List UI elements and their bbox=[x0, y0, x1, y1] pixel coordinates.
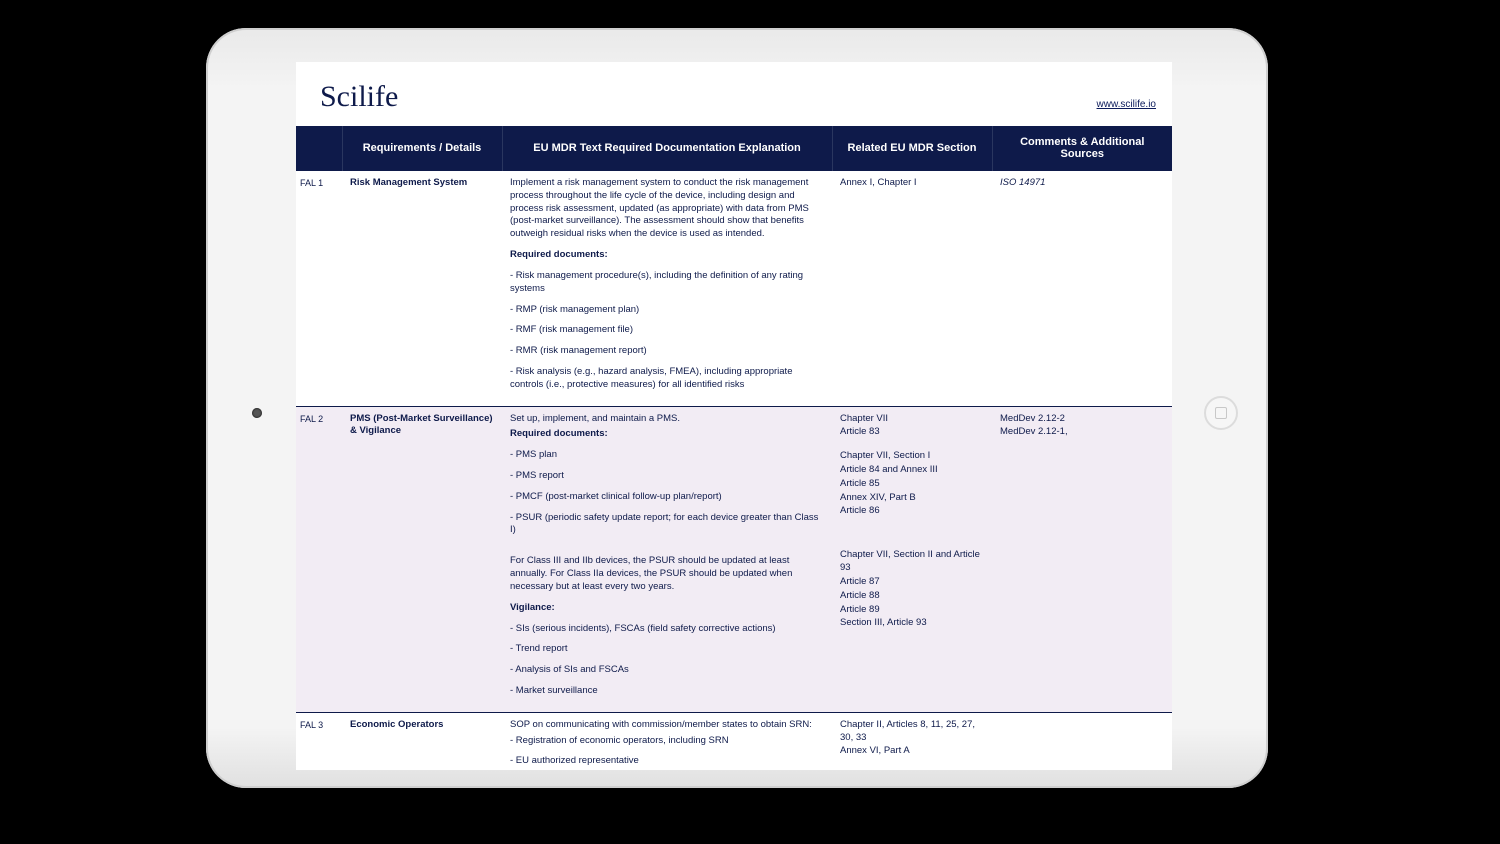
requirement-title: Economic Operators bbox=[350, 719, 443, 730]
row-related: Chapter II, Articles 8, 11, 25, 27, 30, … bbox=[832, 712, 992, 770]
vigilance-head: Vigilance: bbox=[510, 602, 824, 615]
related-line: Chapter II, Article 31 bbox=[840, 769, 984, 770]
row-comments: MedDev 2.12-2 MedDev 2.12-1, bbox=[992, 406, 1172, 712]
camera-dot bbox=[252, 408, 262, 418]
bullet: - PMS report bbox=[510, 470, 824, 483]
table-header: Requirements / Details EU MDR Text Requi… bbox=[296, 126, 1172, 171]
col-code bbox=[296, 126, 342, 171]
bullet: - RMR (risk management report) bbox=[510, 345, 824, 358]
related-line: Article 88 bbox=[840, 590, 984, 603]
logo-text: Scilife bbox=[320, 80, 398, 114]
document-header: Scilife www.scilife.io bbox=[296, 62, 1172, 126]
col-requirements: Requirements / Details bbox=[342, 126, 502, 171]
bullet: - EU authorized representative bbox=[510, 755, 824, 768]
comment-source: MedDev 2.12-2 bbox=[1000, 413, 1164, 426]
bullet: - Registration of economic operators, in… bbox=[510, 735, 824, 748]
table-row: FAL 2 PMS (Post-Market Surveillance) & V… bbox=[296, 406, 1172, 712]
related-line: Article 87 bbox=[840, 576, 984, 589]
document-screen: Scilife www.scilife.io Requirements / De… bbox=[296, 62, 1172, 770]
bullet: - Market surveillance bbox=[510, 685, 824, 698]
comment-source: MedDev 2.12-1, bbox=[1000, 426, 1164, 439]
row-requirement: Risk Management System bbox=[342, 171, 502, 407]
bullet: - PMCF (post-market clinical follow-up p… bbox=[510, 491, 824, 504]
row-requirement: PMS (Post-Market Surveillance) & Vigilan… bbox=[342, 406, 502, 712]
bullet: - Risk management procedure(s), includin… bbox=[510, 270, 824, 296]
explanation-para: For Class III and IIb devices, the PSUR … bbox=[510, 555, 824, 593]
row-related: Annex I, Chapter I bbox=[832, 171, 992, 407]
bullet: - Analysis of SIs and FSCAs bbox=[510, 664, 824, 677]
related-line: Chapter VII bbox=[840, 413, 984, 426]
related-line: Article 83 bbox=[840, 426, 984, 439]
row-related: Chapter VII Article 83 Chapter VII, Sect… bbox=[832, 406, 992, 712]
col-explanation: EU MDR Text Required Documentation Expla… bbox=[502, 126, 832, 171]
website-link[interactable]: www.scilife.io bbox=[1097, 99, 1156, 110]
related-line: Chapter VII, Section I bbox=[840, 450, 984, 463]
requirements-table: Requirements / Details EU MDR Text Requi… bbox=[296, 126, 1172, 770]
related-line: Chapter II, Articles 8, 11, 25, 27, 30, … bbox=[840, 719, 984, 745]
row-explanation: SOP on communicating with commission/mem… bbox=[502, 712, 832, 770]
table-row: FAL 1 Risk Management System Implement a… bbox=[296, 171, 1172, 407]
row-code: FAL 1 bbox=[296, 171, 342, 407]
row-comments bbox=[992, 712, 1172, 770]
row-explanation: Implement a risk management system to co… bbox=[502, 171, 832, 407]
row-explanation: Set up, implement, and maintain a PMS. R… bbox=[502, 406, 832, 712]
table-row: FAL 3 Economic Operators SOP on communic… bbox=[296, 712, 1172, 770]
home-button[interactable] bbox=[1204, 396, 1238, 430]
tablet-frame: Scilife www.scilife.io Requirements / De… bbox=[206, 28, 1268, 788]
col-comments: Comments & Additional Sources bbox=[992, 126, 1172, 171]
bullet: - PSUR (periodic safety update report; f… bbox=[510, 512, 824, 538]
related-line: Article 84 and Annex III bbox=[840, 464, 984, 477]
explanation-intro: Set up, implement, and maintain a PMS. bbox=[510, 413, 824, 426]
row-code: FAL 2 bbox=[296, 406, 342, 712]
related-line: Chapter VII, Section II and Article 93 bbox=[840, 549, 984, 575]
bullet: - RMP (risk management plan) bbox=[510, 304, 824, 317]
requirement-title: PMS (Post-Market Surveillance) & Vigilan… bbox=[350, 413, 493, 437]
bullet: - RMF (risk management file) bbox=[510, 324, 824, 337]
related-line: Article 85 bbox=[840, 478, 984, 491]
explanation-intro: Implement a risk management system to co… bbox=[510, 177, 824, 241]
related-line: Annex VI, Part A bbox=[840, 745, 984, 758]
related-line: Article 86 bbox=[840, 505, 984, 518]
bullet: - PMS plan bbox=[510, 449, 824, 462]
required-docs-head: Required documents: bbox=[510, 428, 824, 441]
required-docs-head: Required documents: bbox=[510, 249, 824, 262]
requirement-title: Risk Management System bbox=[350, 177, 467, 188]
related-line: Annex I, Chapter I bbox=[840, 177, 984, 190]
related-line: Section III, Article 93 bbox=[840, 617, 984, 630]
bullet: - Trend report bbox=[510, 643, 824, 656]
row-code: FAL 3 bbox=[296, 712, 342, 770]
explanation-intro: SOP on communicating with commission/mem… bbox=[510, 719, 824, 732]
related-line: Annex XIV, Part B bbox=[840, 492, 984, 505]
bullet: - SIs (serious incidents), FSCAs (field … bbox=[510, 623, 824, 636]
row-comments: ISO 14971 bbox=[992, 171, 1172, 407]
col-related: Related EU MDR Section bbox=[832, 126, 992, 171]
comment-source: ISO 14971 bbox=[1000, 177, 1045, 188]
row-requirement: Economic Operators bbox=[342, 712, 502, 770]
bullet: - Risk analysis (e.g., hazard analysis, … bbox=[510, 366, 824, 392]
related-line: Article 89 bbox=[840, 604, 984, 617]
